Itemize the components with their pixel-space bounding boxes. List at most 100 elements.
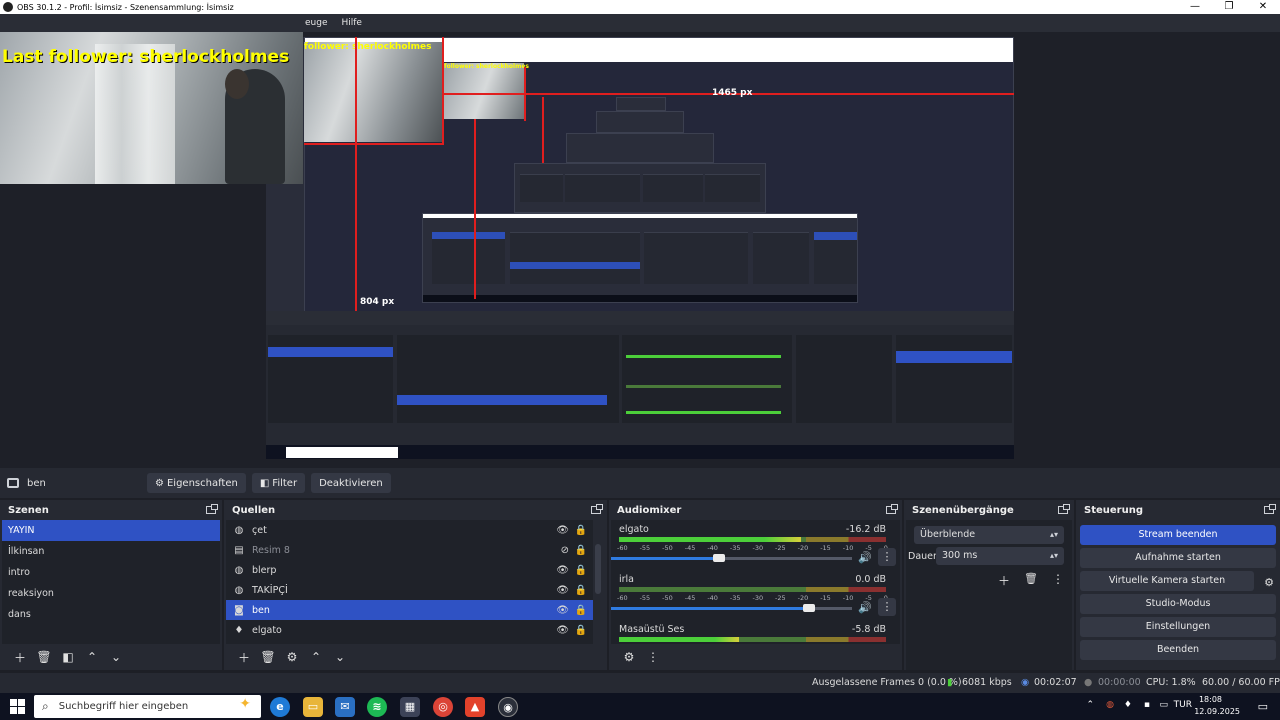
image-icon: ▤ — [234, 544, 244, 556]
preview-area[interactable]: follower: sherlockholmes follower: sherl… — [0, 32, 1280, 468]
channel-name: elgato — [619, 524, 649, 535]
search-icon: ⌕ — [42, 699, 49, 713]
volume-slider[interactable] — [611, 554, 852, 562]
channel-menu-icon[interactable]: ⋮ — [878, 598, 896, 616]
mic-icon: ♦ — [234, 624, 244, 636]
filters-button[interactable]: ◧ Filter — [251, 473, 306, 493]
remove-transition-button[interactable]: 🗑 — [1024, 572, 1038, 585]
lock-icon[interactable]: 🔒 — [575, 525, 587, 536]
stream-button[interactable]: Stream beenden — [1080, 525, 1276, 545]
volume-slider[interactable] — [611, 604, 852, 612]
scene-item[interactable]: İlkinsan — [2, 541, 220, 562]
gear-icon[interactable]: ⚙ — [1264, 576, 1274, 589]
tray-app-icon[interactable]: ◍ — [1106, 700, 1114, 710]
add-transition-button[interactable]: ＋ — [998, 572, 1010, 589]
move-up-button[interactable]: ⌃ — [80, 650, 104, 664]
network-icon[interactable]: ▭ — [1159, 700, 1168, 710]
eye-icon[interactable]: 👁 — [556, 525, 569, 536]
maximize-button[interactable]: ❐ — [1212, 0, 1246, 14]
settings-button[interactable]: Einstellungen — [1080, 617, 1276, 637]
record-button[interactable]: Aufnahme starten — [1080, 548, 1276, 568]
windows-start-icon[interactable] — [10, 699, 25, 714]
undock-icon[interactable] — [206, 504, 218, 514]
spotify-icon[interactable]: ≋ — [367, 697, 387, 717]
chevron-up-icon[interactable]: ⌃ — [1086, 700, 1094, 710]
menu-tools[interactable]: euge — [305, 18, 328, 28]
transition-menu-icon[interactable]: ⋮ — [1052, 572, 1064, 586]
menu-help[interactable]: Hilfe — [342, 18, 362, 28]
lock-icon[interactable]: 🔒 — [575, 565, 587, 576]
clock-time[interactable]: 18:08 — [1199, 695, 1222, 704]
file-explorer-icon[interactable]: ▭ — [303, 697, 323, 717]
add-scene-button[interactable]: ＋ — [8, 649, 32, 666]
undock-icon[interactable] — [1264, 504, 1276, 514]
undock-icon[interactable] — [886, 504, 898, 514]
clock-date[interactable]: 12.09.2025 — [1194, 707, 1240, 716]
properties-button[interactable]: ⚙ Eigenschaften — [147, 473, 246, 493]
remove-source-button[interactable]: 🗑 — [256, 650, 280, 664]
undock-icon[interactable] — [1058, 504, 1070, 514]
language-indicator[interactable]: TUR — [1174, 700, 1192, 710]
obs-icon[interactable]: ◉ — [498, 697, 518, 717]
status-bar: Ausgelassene Frames 0 (0.0 %) ▮ 6081 kbp… — [0, 673, 1280, 693]
undock-icon[interactable] — [591, 504, 603, 514]
chevron-updown-icon: ▴▾ — [1049, 530, 1058, 539]
channel-menu-icon[interactable]: ⋮ — [878, 548, 896, 566]
calculator-icon[interactable]: ▦ — [400, 697, 420, 717]
tray-icon[interactable]: ▪ — [1144, 700, 1150, 710]
remove-scene-button[interactable]: 🗑 — [32, 650, 56, 664]
chrome-icon[interactable]: ◎ — [433, 697, 453, 717]
source-item[interactable]: ▤ Resim 8 ⊘ 🔒 — [226, 540, 593, 560]
source-item[interactable]: ♦ elgato 👁 🔒 — [226, 620, 593, 640]
eye-icon[interactable]: 👁 — [556, 605, 569, 616]
deactivate-button[interactable]: Deaktivieren — [311, 473, 391, 493]
source-item[interactable]: ◍ blerp 👁 🔒 — [226, 560, 593, 580]
scene-filters-button[interactable]: ◧ — [56, 650, 80, 664]
virtual-camera-button[interactable]: Virtuelle Kamera starten — [1080, 571, 1254, 591]
transition-select[interactable]: Überblende ▴▾ — [914, 526, 1064, 544]
level-meter — [619, 637, 886, 642]
minimize-button[interactable]: — — [1178, 0, 1212, 14]
eye-hidden-icon[interactable]: ⊘ — [561, 545, 569, 556]
scene-item[interactable]: intro — [2, 562, 220, 583]
source-item[interactable]: ◙ ben 👁 🔒 — [226, 600, 593, 620]
lock-icon[interactable]: 🔒 — [575, 585, 587, 596]
lock-icon[interactable]: 🔒 — [575, 625, 587, 636]
stream-time: 00:02:07 — [1034, 677, 1077, 688]
studio-mode-button[interactable]: Studio-Modus — [1080, 594, 1276, 614]
mic-icon[interactable]: ♦ — [1124, 700, 1132, 710]
move-up-button[interactable]: ⌃ — [304, 650, 328, 664]
close-button[interactable]: ✕ — [1246, 0, 1280, 14]
scene-item[interactable]: YAYIN — [2, 520, 220, 541]
eye-icon[interactable]: 👁 — [556, 585, 569, 596]
mail-icon[interactable]: ✉ — [335, 697, 355, 717]
add-source-button[interactable]: ＋ — [232, 649, 256, 666]
notification-icon[interactable]: ▭ — [1258, 700, 1268, 713]
lock-icon[interactable]: 🔒 — [575, 545, 587, 556]
preview-canvas[interactable]: follower: sherlockholmes follower: sherl… — [266, 37, 1014, 459]
brave-icon[interactable]: ▲ — [465, 697, 485, 717]
taskbar-search[interactable]: ⌕ Suchbegriff hier eingeben ✦ — [34, 695, 261, 718]
scene-item[interactable]: reaksiyon — [2, 583, 220, 604]
scene-item[interactable]: dans — [2, 604, 220, 625]
source-properties-button[interactable]: ⚙ — [280, 650, 304, 664]
mixer-settings-icon[interactable]: ⚙ — [617, 650, 641, 664]
edge-icon[interactable]: e — [270, 697, 290, 717]
speaker-icon[interactable]: 🔊 — [858, 601, 872, 614]
eye-icon[interactable]: 👁 — [556, 625, 569, 636]
duration-spinbox[interactable]: 300 ms ▴▾ — [936, 547, 1064, 565]
speaker-icon[interactable]: 🔊 — [858, 551, 872, 564]
source-item[interactable]: ◍ TAKİPÇİ 👁 🔒 — [226, 580, 593, 600]
exit-button[interactable]: Beenden — [1080, 640, 1276, 660]
lock-icon[interactable]: 🔒 — [575, 605, 587, 616]
mixer-channel: elgato -16.2 dB -60 -55 -50 -45 -40 -35 -30 -25 -2… — [611, 520, 900, 570]
level-meter — [619, 587, 886, 592]
sources-scrollbar[interactable] — [595, 544, 601, 594]
eye-icon[interactable]: 👁 — [556, 565, 569, 576]
move-down-button[interactable]: ⌄ — [328, 650, 352, 664]
controls-title: Steuerung — [1084, 504, 1143, 516]
source-item[interactable]: ◍ çet 👁 🔒 — [226, 520, 593, 540]
mixer-menu-icon[interactable]: ⋮ — [641, 650, 665, 664]
filter-icon: ◧ — [259, 477, 270, 489]
move-down-button[interactable]: ⌄ — [104, 650, 128, 664]
